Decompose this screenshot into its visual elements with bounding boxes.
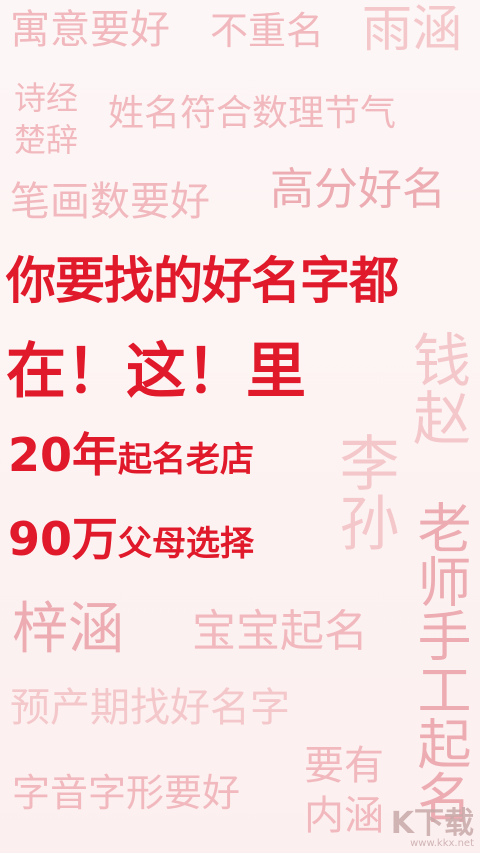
tag-no-duplicate: 不重名: [210, 9, 325, 53]
tag-stroke-count: 笔画数要好: [10, 179, 210, 225]
tag-shijing: 诗经: [14, 79, 79, 117]
tag-connotation-line1: 要有: [304, 743, 384, 789]
stat-parents-number: 90万: [8, 512, 119, 566]
headline-line1: 你要找的好名字都: [6, 252, 399, 310]
watermark-logo: K下载: [390, 806, 474, 841]
stat-years-number: 20年: [8, 428, 119, 482]
tag-connotation-line2: 内涵: [304, 793, 384, 839]
watermark: K下载 www.kkx.net: [391, 809, 474, 849]
tag-numerology: 姓名符合数理节气: [108, 93, 397, 134]
headline-line2: 在！这！里: [6, 337, 306, 407]
tag-baby-naming: 宝宝起名: [192, 606, 368, 657]
stat-parents: 90万父母选择: [8, 516, 254, 562]
stat-years-label: 起名老店: [118, 440, 255, 480]
tag-surnames-li-sun: 李孙: [329, 432, 399, 552]
tag-teacher-handcrafted: 老师手工起名: [408, 500, 471, 824]
tag-sample-name-zihan: 梓涵: [12, 597, 124, 662]
stat-parents-label: 父母选择: [118, 524, 255, 564]
tag-sample-name-yuhan: 雨涵: [362, 0, 462, 58]
tag-sound-shape: 字音字形要好: [12, 771, 241, 815]
tag-meaningful: 寓意要好: [10, 7, 170, 53]
tag-due-date: 预产期找好名字: [10, 685, 290, 731]
tag-surnames-qian-zhao: 钱赵: [403, 330, 471, 446]
tag-high-score: 高分好名: [270, 164, 446, 215]
tag-chuci: 楚辞: [14, 121, 79, 159]
stat-years: 20年起名老店: [8, 432, 254, 478]
